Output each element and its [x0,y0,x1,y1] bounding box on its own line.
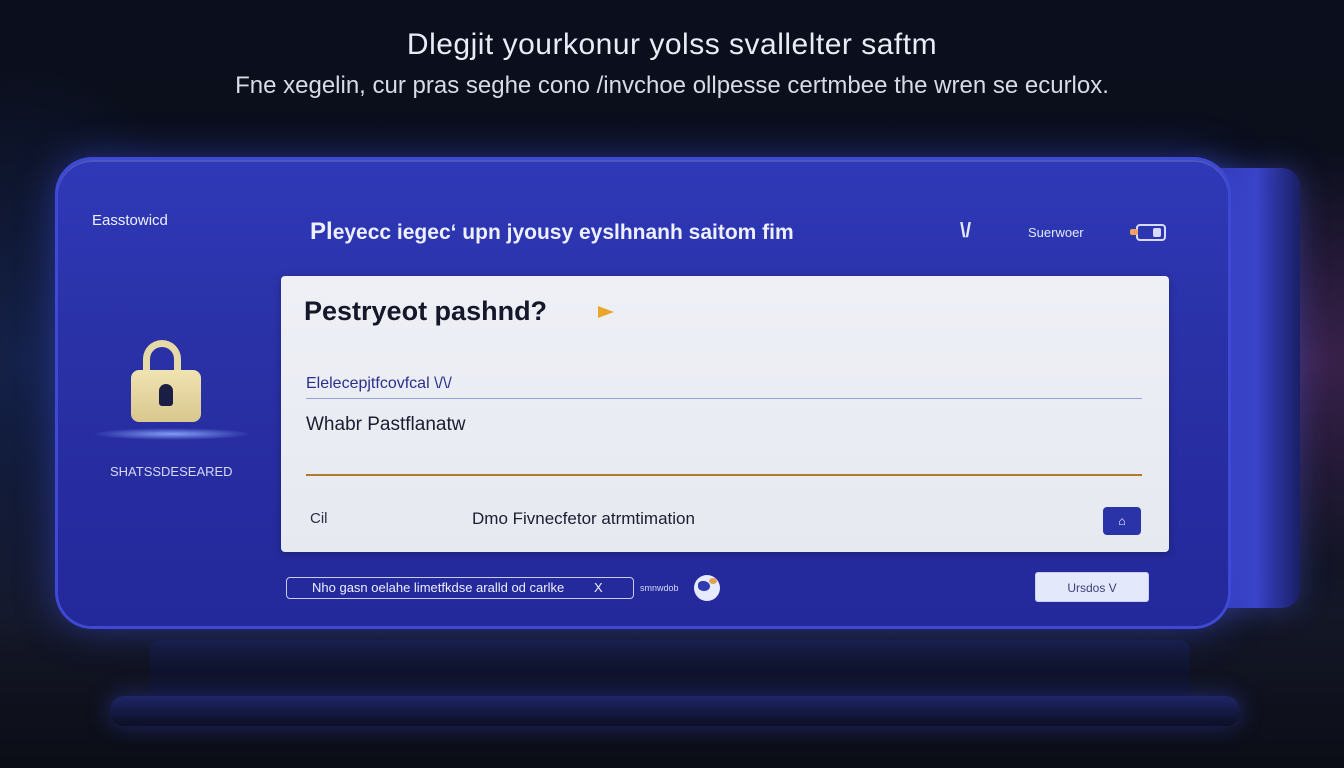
device-stand-base [110,696,1240,726]
lock-keyhole [159,384,173,406]
password-input[interactable]: Whabr Pastflanatw [306,414,465,436]
battery-toggle-icon[interactable] [1130,224,1166,241]
field-label: Elelecepjtfcovfcal \/\/ [306,375,452,392]
brand-label: Easstowicd [92,212,168,229]
prompt-lead: Pl [310,218,333,245]
subhead: Fne xegelin, cur pras seghe cono /invcho… [235,72,1109,99]
globe-icon[interactable] [694,575,720,601]
prompt-text: Pleyecc iegecʻ upn jyousy eyslhnanh sait… [310,218,794,246]
remember-toggle[interactable]: X [594,580,603,595]
lock-glow [92,428,252,440]
login-button[interactable]: Ursdos V [1035,572,1149,602]
user-label[interactable]: Suerwoer [1028,225,1084,240]
small-label: smnwdob [640,583,679,593]
card-title: Pestryeot pashnd? [304,296,548,326]
signal-icon[interactable]: \/ [960,220,971,243]
arrow-right-icon [598,306,614,318]
lock-icon [128,340,204,424]
chat-button[interactable]: ⌂ [1103,507,1141,535]
two-factor-link[interactable]: Dmo Fivnecfetor atrmtimation [472,509,695,529]
headline: Dlegjit yourkonur yolss svallelter saftm [406,28,938,61]
remember-text: Nho gasn oelahe limetfkdse aralld od car… [312,580,565,595]
status-text: SHATSSDESEARED [110,464,233,479]
password-input-underline [306,474,1142,476]
field-divider [306,398,1142,399]
card-left-label: Cil [310,510,328,527]
prompt-rest: eyecc iegecʻ upn jyousy eyslhnanh saitom… [332,221,794,244]
screen: Dlegjit yourkonur yolss svallelter saftm… [0,0,1344,768]
